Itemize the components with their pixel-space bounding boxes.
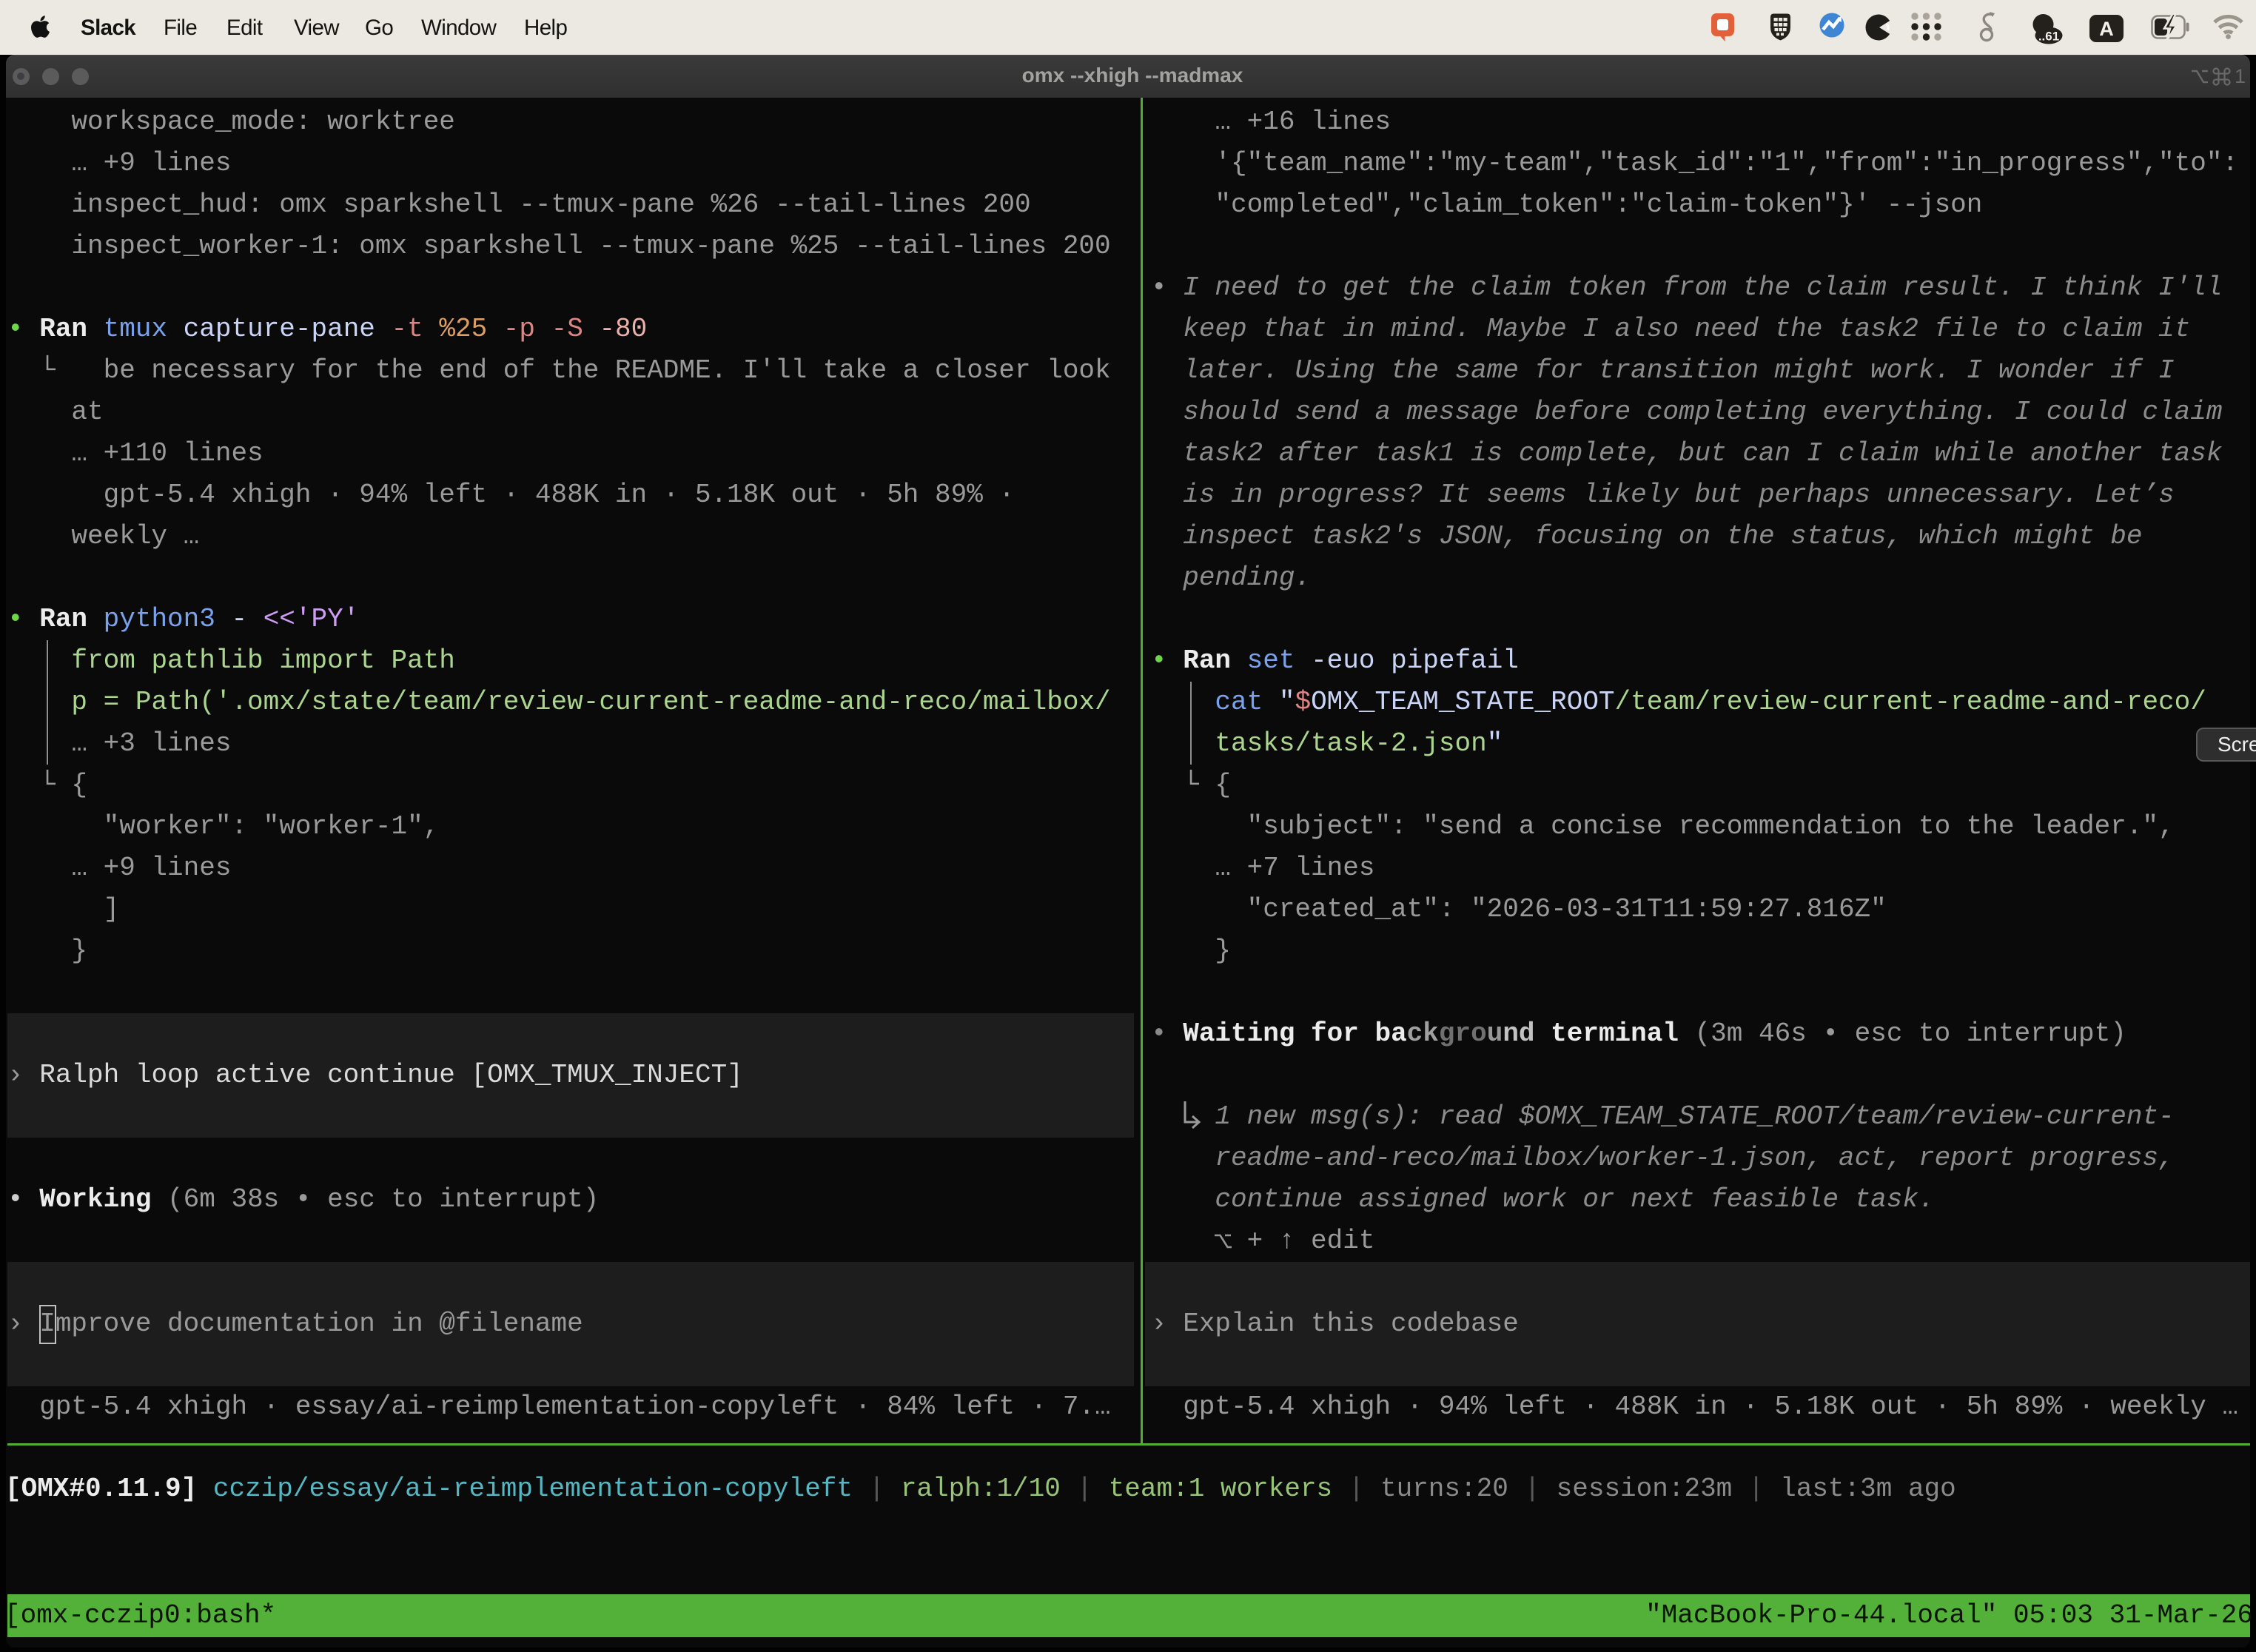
svg-text:..61: ..61 bbox=[2038, 30, 2059, 44]
svg-text:A: A bbox=[2099, 18, 2114, 40]
